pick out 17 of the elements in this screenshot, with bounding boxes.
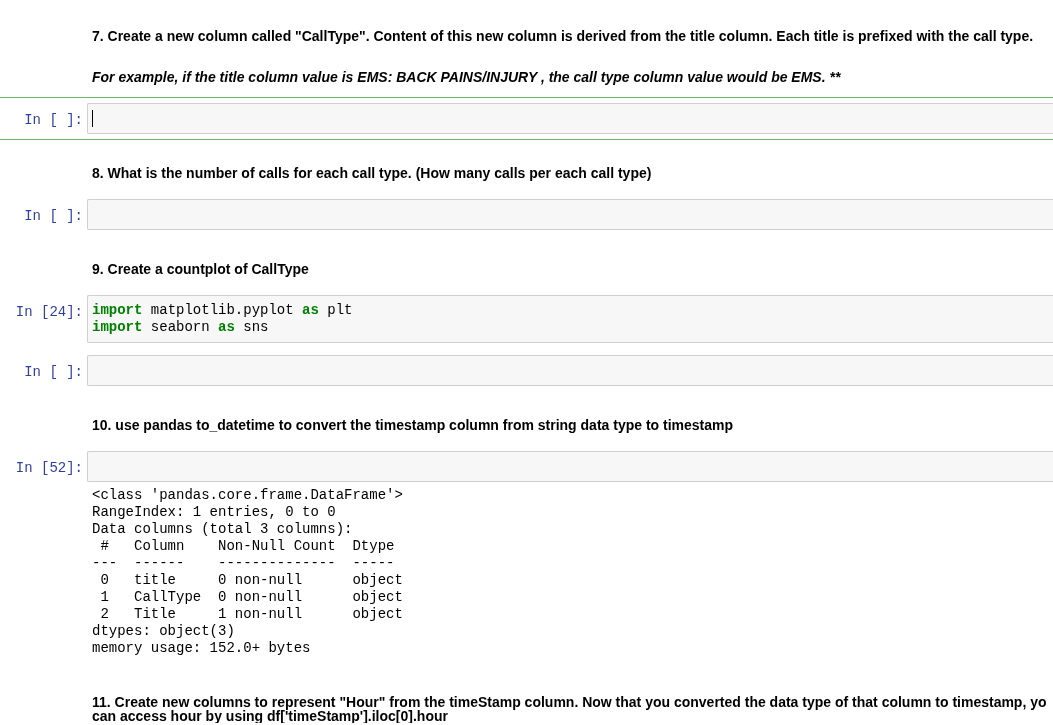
code-input-field[interactable]	[87, 451, 1053, 482]
input-prompt: In [ ]:	[24, 364, 83, 380]
markdown-text: 11. Create new columns to represent "Hour" from the timeStamp column. Now that you converted the data type of that column to timestamp, yo can access hour by using df['timeStamp'].iloc[0].hour	[92, 695, 1047, 723]
markdown-text: For example, if the title column value is EMS: BACK PAINS/INJURY , the call type column value would be EMS. **	[92, 70, 841, 84]
code-input-field[interactable]	[87, 103, 1053, 134]
input-prompt: In [24]:	[15, 304, 83, 320]
code-input-field[interactable]	[87, 355, 1053, 386]
markdown-text: 10. use pandas to_datetime to convert the timestamp column from string data type to timestamp	[92, 418, 734, 432]
markdown-text: 7. Create a new column called "CallType". Content of this new column is derived from the title column. Each title is prefixed with the call type.	[92, 29, 1034, 43]
input-prompt: In [ ]:	[24, 208, 83, 224]
input-prompt: In [52]:	[15, 460, 83, 476]
markdown-text: 9. Create a countplot of CallType	[92, 262, 309, 276]
code-input-field[interactable]: import matplotlib.pyplot as plt import seaborn as sns	[87, 295, 1053, 343]
code-input-field[interactable]	[87, 199, 1053, 230]
markdown-text: 8. What is the number of calls for each call type. (How many calls per each call type)	[92, 166, 652, 180]
output-text: <class 'pandas.core.frame.DataFrame'> RangeIndex: 1 entries, 0 to 0 Data columns (total 3 columns): # Column Non-Null Count Dtype --- ------ -------------- ----- 0 title 0 non-null object 1 CallType 0 non-null object 2 Title 1 non-null object dtypes: object(3) memory usage: 152.0+ bytes	[92, 487, 403, 658]
input-prompt: In [ ]:	[24, 112, 83, 128]
